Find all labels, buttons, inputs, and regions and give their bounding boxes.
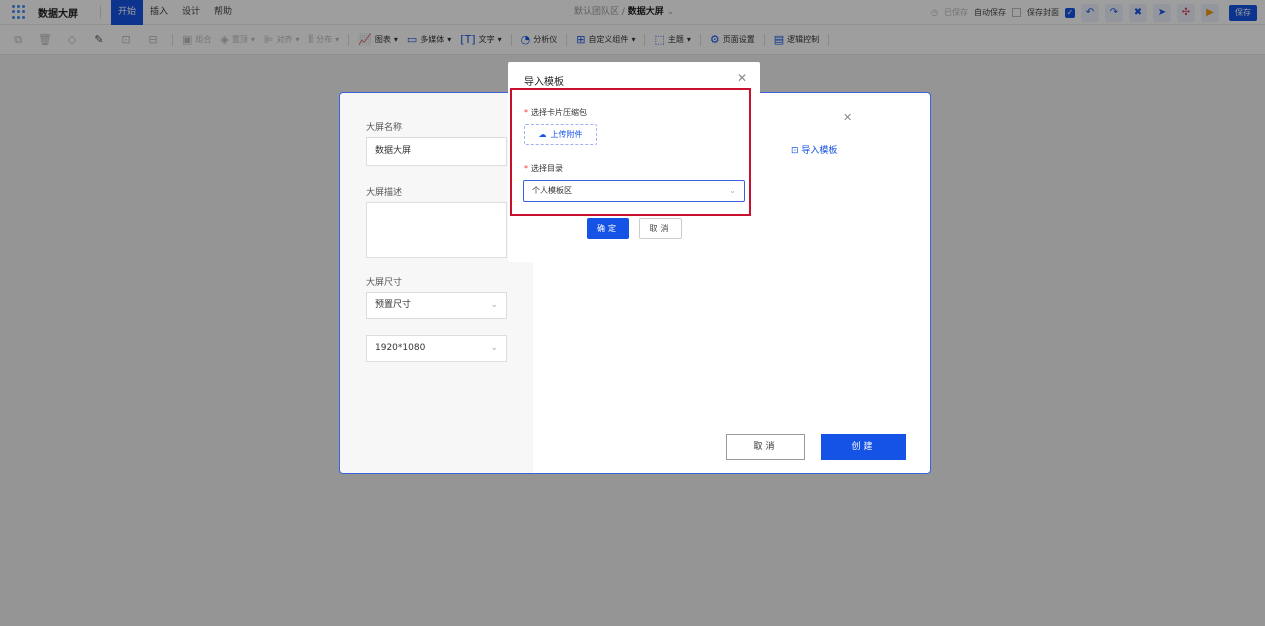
create-button[interactable]: 创建 (821, 434, 906, 460)
required-mark: * (524, 108, 528, 117)
cancel-button[interactable]: 取消 (726, 434, 805, 460)
import-template-link[interactable]: ⊡ 导入模板 (791, 143, 837, 156)
directory-field-label: * 选择目录 (524, 164, 563, 173)
upload-attachment-button[interactable]: ☁ 上传附件 (524, 124, 597, 145)
confirm-button[interactable]: 确定 (587, 218, 629, 239)
modal-title: 导入模板 (524, 77, 564, 88)
description-label: 大屏描述 (366, 188, 403, 198)
size-preset-value: 预置尺寸 (375, 300, 412, 310)
chevron-down-icon: ⌄ (490, 300, 498, 310)
create-form: 大屏名称 数据大屏 大屏描述 大屏尺寸 预置尺寸 ⌄ 1920*1080 ⌄ (340, 93, 533, 473)
size-label: 大屏尺寸 (366, 278, 403, 288)
name-input[interactable]: 数据大屏 (366, 137, 507, 166)
zip-field-label: * 选择卡片压缩包 (524, 108, 587, 117)
close-icon[interactable]: ✕ (843, 111, 852, 124)
required-mark: * (524, 164, 528, 173)
import-template-modal: 导入模板 ✕ * 选择卡片压缩包 ☁ 上传附件 * 选择目录 个人模板区 ⌄ 确定 … (508, 62, 760, 262)
chevron-down-icon: ⌄ (729, 186, 736, 195)
size-preset-select[interactable]: 预置尺寸 ⌄ (366, 292, 507, 319)
size-value-select[interactable]: 1920*1080 ⌄ (366, 335, 507, 362)
cloud-upload-icon: ☁ (538, 130, 547, 139)
modal-cancel-button[interactable]: 取消 (639, 218, 682, 239)
import-icon: ⊡ (791, 146, 799, 156)
size-value: 1920*1080 (375, 343, 426, 353)
chevron-down-icon: ⌄ (490, 343, 498, 353)
directory-value: 个人模板区 (532, 186, 572, 195)
name-label: 大屏名称 (366, 123, 403, 133)
close-icon[interactable]: ✕ (737, 71, 747, 85)
directory-select[interactable]: 个人模板区 ⌄ (523, 180, 745, 202)
description-input[interactable] (366, 202, 507, 258)
